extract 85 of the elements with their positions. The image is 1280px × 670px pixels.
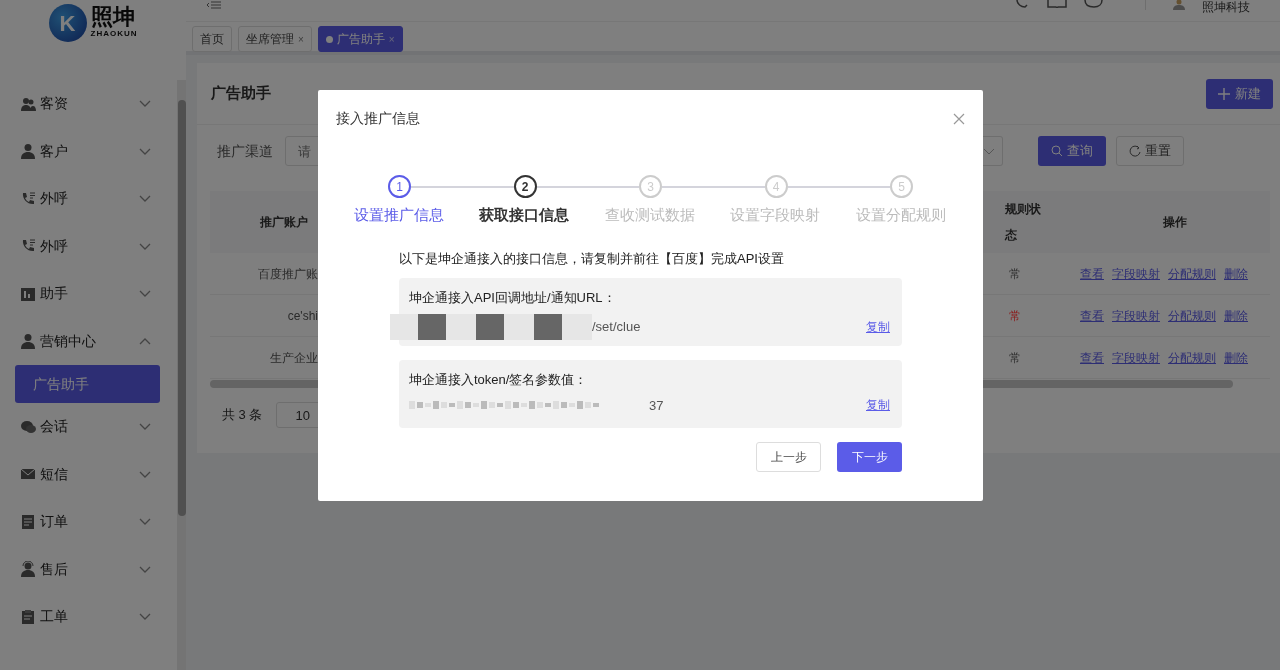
people-icon [20, 95, 36, 112]
brand-name: 照坤 [90, 6, 136, 28]
sidebar-item[interactable]: 助手 [0, 270, 174, 318]
action-link[interactable]: 查看 [1080, 264, 1104, 283]
field-value: /set/clue [592, 317, 642, 336]
sidebar-item[interactable]: 短信 [0, 450, 174, 498]
sidebar-item[interactable]: 客资 [0, 80, 174, 128]
avatar-icon [1172, 0, 1186, 10]
total-count: 共 3 条 [222, 406, 263, 425]
chart-icon [20, 285, 36, 302]
book-icon[interactable] [1047, 0, 1067, 8]
chat-icon [20, 418, 36, 435]
field-label: 坤企通接入token/签名参数值： [409, 371, 589, 389]
action-link[interactable]: 查看 [1080, 348, 1104, 367]
copy-link[interactable]: 复制 [866, 396, 890, 415]
person-icon [20, 143, 36, 160]
menu-collapse-icon[interactable] [206, 0, 222, 10]
filter-label: 推广渠道 [217, 141, 273, 161]
instruction-text: 以下是坤企通接入的接口信息，请复制并前往【百度】完成API设置 [399, 249, 785, 268]
scrollbar-thumb[interactable] [178, 100, 186, 516]
close-icon[interactable] [953, 112, 965, 125]
column-header: 操作 [1162, 214, 1188, 231]
copy-link[interactable]: 复制 [866, 317, 890, 336]
new-button[interactable]: 新建 [1206, 78, 1273, 109]
brand-subtitle: ZHAOKUN [90, 28, 138, 40]
sidebar-item[interactable]: 售后 [0, 545, 174, 593]
step-label: 设置字段映射 [730, 206, 821, 223]
sidebar-item[interactable]: 工单 [0, 593, 174, 641]
refresh-icon [1129, 145, 1141, 157]
column-header: 规则状态 [1005, 201, 1042, 244]
column-header: 推广账户 [259, 214, 309, 231]
status-text: 常 [1008, 349, 1022, 367]
tab[interactable]: 广告助手 × [317, 26, 403, 52]
field-value: 37 [649, 396, 665, 415]
action-link[interactable]: 删除 [1224, 348, 1248, 367]
next-button[interactable]: 下一步 [837, 442, 902, 472]
document-icon [20, 513, 36, 530]
headset-person-icon [20, 561, 36, 578]
sidebar-item[interactable]: 会话 [0, 403, 174, 451]
sidebar-item[interactable]: 营销中心 [0, 317, 174, 365]
sidebar-item[interactable]: 订单 [0, 498, 174, 546]
step-label: 查收测试数据 [604, 206, 695, 223]
step-circle: 2 [513, 175, 537, 198]
table-cell-text: 生产企业 [269, 349, 318, 367]
user-name[interactable]: 照坤科技 [1202, 0, 1250, 14]
step-label: 获取接口信息 [479, 206, 570, 223]
action-link[interactable]: 分配规则 [1168, 348, 1216, 367]
tab[interactable]: 坐席管理 × [238, 26, 312, 52]
close-icon[interactable]: × [388, 31, 395, 47]
status-text: 常 [1008, 307, 1022, 325]
status-dot [325, 35, 333, 43]
action-link[interactable]: 删除 [1224, 306, 1248, 325]
logo-icon: K [48, 4, 87, 42]
step-label: 设置分配规则 [855, 206, 946, 223]
action-link[interactable]: 查看 [1080, 306, 1104, 325]
phone-icon[interactable] [1015, 0, 1031, 8]
sidebar-item[interactable]: 外呼 [0, 175, 174, 223]
person-icon [20, 333, 36, 350]
clipboard-icon [20, 608, 36, 625]
plus-icon [1218, 87, 1230, 100]
status-text: 常 [1008, 265, 1022, 283]
phone-icon [20, 190, 36, 207]
reset-button[interactable]: 重置 [1116, 136, 1184, 166]
chat-icon[interactable] [1083, 0, 1103, 8]
step-label: 设置推广信息 [353, 206, 444, 223]
sidebar-subitem[interactable]: 广告助手 [15, 365, 160, 403]
action-link[interactable]: 字段映射 [1112, 348, 1160, 367]
action-link[interactable]: 字段映射 [1112, 264, 1160, 283]
sidebar-item[interactable]: 客户 [0, 127, 174, 175]
action-link[interactable]: 删除 [1224, 264, 1248, 283]
step-circle: 1 [388, 175, 411, 198]
page-title: 广告助手 [211, 83, 272, 104]
table-cell-text: 百度推广账 [257, 265, 318, 283]
action-link[interactable]: 分配规则 [1168, 264, 1216, 283]
sidebar-item[interactable]: 外呼 [0, 222, 174, 270]
field-label: 坤企通接入API回调地址/通知URL： [409, 289, 617, 307]
tab[interactable]: 首页 [192, 26, 232, 52]
search-icon [1051, 145, 1063, 157]
dialog-title: 接入推广信息 [336, 109, 420, 128]
close-icon[interactable]: × [298, 31, 304, 47]
table-cell-text: ce'shi [286, 307, 318, 325]
action-link[interactable]: 字段映射 [1112, 306, 1160, 325]
action-link[interactable]: 分配规则 [1168, 306, 1216, 325]
search-button[interactable]: 查询 [1038, 136, 1106, 166]
previous-button[interactable]: 上一步 [756, 442, 821, 472]
